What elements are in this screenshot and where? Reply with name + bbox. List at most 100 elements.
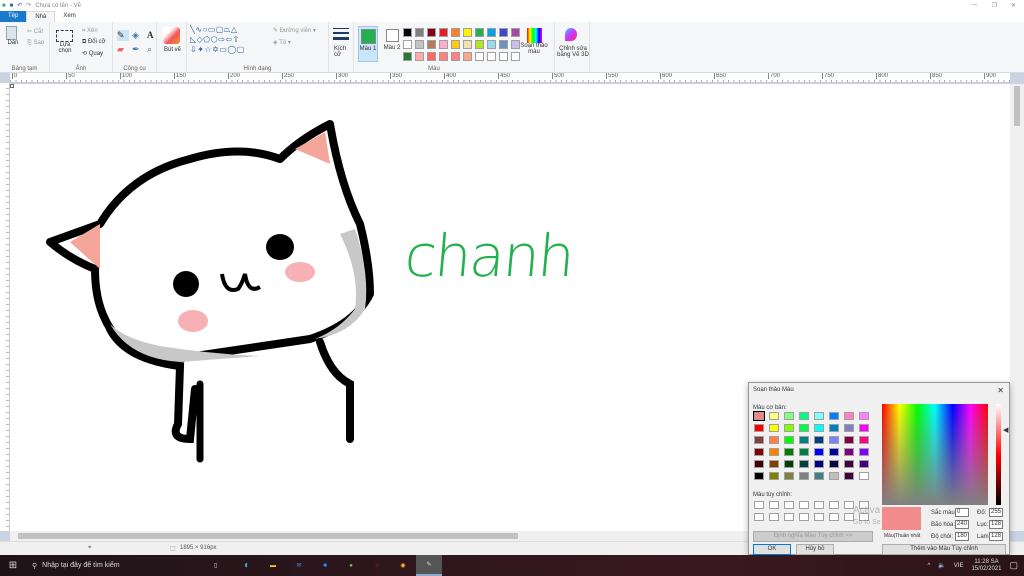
palette-swatch[interactable] bbox=[403, 40, 412, 49]
custom-color-swatch[interactable] bbox=[769, 513, 779, 521]
color2-button[interactable]: Màu 2 bbox=[382, 26, 402, 62]
opera-icon[interactable]: ○ bbox=[364, 563, 390, 569]
pencil-icon[interactable]: ✎ bbox=[117, 30, 129, 41]
basic-color-swatch[interactable] bbox=[784, 412, 794, 420]
basic-color-swatch[interactable] bbox=[859, 424, 869, 432]
eraser-icon[interactable]: ▰ bbox=[117, 44, 129, 55]
custom-color-swatch[interactable] bbox=[754, 513, 764, 521]
basic-color-swatch[interactable] bbox=[814, 448, 824, 456]
palette-swatch[interactable] bbox=[403, 52, 412, 61]
dialog-close-button[interactable]: ✕ bbox=[997, 386, 1004, 395]
custom-color-swatch[interactable] bbox=[799, 513, 809, 521]
task-view-icon[interactable]: ▯ bbox=[214, 562, 234, 569]
tab-view[interactable]: Xem bbox=[55, 11, 83, 22]
luminance-slider[interactable] bbox=[996, 404, 1001, 505]
resize-handle[interactable] bbox=[10, 84, 14, 88]
basic-color-swatch[interactable] bbox=[769, 472, 779, 480]
basic-color-swatch[interactable] bbox=[859, 412, 869, 420]
rotate-button[interactable]: ⟲ Quay bbox=[82, 50, 103, 57]
palette-swatch[interactable] bbox=[487, 52, 496, 61]
paint-taskbar-icon[interactable]: ✎ bbox=[416, 555, 442, 576]
language-indicator[interactable]: VIE bbox=[954, 563, 964, 569]
basic-color-swatch[interactable] bbox=[859, 460, 869, 468]
paste-button[interactable]: Dán bbox=[6, 26, 20, 46]
custom-color-swatch[interactable] bbox=[769, 501, 779, 509]
basic-color-swatch[interactable] bbox=[784, 448, 794, 456]
fill-button[interactable]: ◈ Tô ▾ bbox=[273, 39, 291, 46]
basic-color-swatch[interactable] bbox=[829, 424, 839, 432]
size-button[interactable]: Kích cỡ bbox=[329, 22, 354, 73]
basic-color-swatch[interactable] bbox=[844, 448, 854, 456]
palette-swatch[interactable] bbox=[451, 52, 460, 61]
basic-color-swatch[interactable] bbox=[784, 472, 794, 480]
select-button[interactable]: Lựa chọn bbox=[56, 30, 74, 54]
custom-color-swatch[interactable] bbox=[799, 501, 809, 509]
basic-color-swatch[interactable] bbox=[829, 412, 839, 420]
palette-swatch[interactable] bbox=[463, 52, 472, 61]
palette-swatch[interactable] bbox=[463, 40, 472, 49]
tray-chevron-icon[interactable]: ^ bbox=[927, 563, 930, 569]
color-spectrum[interactable] bbox=[882, 404, 988, 505]
app-icon-green[interactable]: ● bbox=[338, 563, 364, 569]
tab-home[interactable]: Nhà bbox=[26, 11, 56, 22]
clock[interactable]: 11:28 SA 15/02/2021 bbox=[971, 559, 1001, 573]
palette-swatch[interactable] bbox=[475, 52, 484, 61]
basic-color-swatch[interactable] bbox=[799, 424, 809, 432]
basic-color-swatch[interactable] bbox=[769, 424, 779, 432]
paint3d-button[interactable]: Chỉnh sửa bằng Vẽ 3D bbox=[554, 22, 590, 73]
notification-icon[interactable]: ▢ bbox=[1009, 560, 1018, 571]
vertical-scrollbar[interactable] bbox=[1010, 84, 1024, 531]
cut-button[interactable]: ✂ Cắt bbox=[27, 28, 43, 35]
basic-color-swatch[interactable] bbox=[753, 411, 765, 421]
copy-button[interactable]: ⎘ Sao bbox=[27, 40, 44, 47]
basic-color-swatch[interactable] bbox=[754, 460, 764, 468]
brushes-button[interactable]: Bút vẽ bbox=[157, 22, 187, 73]
zoom-icon[interactable]: ■ bbox=[312, 563, 338, 569]
basic-color-swatch[interactable] bbox=[784, 436, 794, 444]
basic-color-swatch[interactable] bbox=[829, 448, 839, 456]
add-to-custom-button[interactable]: Thêm vào Màu Tùy chỉnh bbox=[882, 544, 1006, 555]
custom-color-swatch[interactable] bbox=[829, 501, 839, 509]
custom-color-swatch[interactable] bbox=[754, 501, 764, 509]
palette-swatch[interactable] bbox=[403, 28, 412, 37]
basic-color-swatch[interactable] bbox=[769, 412, 779, 420]
cancel-button[interactable]: Hủy bỏ bbox=[796, 544, 834, 555]
palette-swatch[interactable] bbox=[487, 28, 496, 37]
palette-swatch[interactable] bbox=[439, 28, 448, 37]
green-input[interactable]: 128 bbox=[989, 520, 1003, 529]
basic-color-swatch[interactable] bbox=[859, 472, 869, 480]
shapes-gallery[interactable]: ╲∿○▭▢⏢△ ◺◇⬠⬡⇨⇦⇧ ⇩✦☆✡▭◯▢ bbox=[190, 25, 270, 55]
palette-swatch[interactable] bbox=[415, 40, 424, 49]
basic-color-swatch[interactable] bbox=[799, 460, 809, 468]
basic-color-swatch[interactable] bbox=[769, 436, 779, 444]
basic-color-swatch[interactable] bbox=[814, 436, 824, 444]
palette-swatch[interactable] bbox=[475, 40, 484, 49]
red-input[interactable]: 255 bbox=[989, 508, 1003, 517]
basic-color-swatch[interactable] bbox=[814, 460, 824, 468]
save-icon[interactable]: ■ bbox=[10, 3, 14, 9]
palette-swatch[interactable] bbox=[499, 28, 508, 37]
hue-input[interactable]: 0 bbox=[955, 508, 969, 517]
fill-icon[interactable]: ◈ bbox=[132, 30, 144, 41]
custom-color-swatch[interactable] bbox=[829, 513, 839, 521]
basic-color-swatch[interactable] bbox=[859, 448, 869, 456]
basic-color-swatch[interactable] bbox=[784, 424, 794, 432]
basic-color-swatch[interactable] bbox=[829, 460, 839, 468]
lum-input[interactable]: 180 bbox=[955, 532, 969, 541]
palette-swatch[interactable] bbox=[487, 40, 496, 49]
basic-color-swatch[interactable] bbox=[754, 472, 764, 480]
custom-color-swatch[interactable] bbox=[784, 513, 794, 521]
basic-color-swatch[interactable] bbox=[769, 448, 779, 456]
palette-swatch[interactable] bbox=[427, 28, 436, 37]
palette-swatch[interactable] bbox=[415, 28, 424, 37]
basic-color-swatch[interactable] bbox=[769, 460, 779, 468]
close-button[interactable]: ✕ bbox=[1011, 2, 1016, 9]
edge-icon[interactable]: ◐ bbox=[234, 560, 260, 571]
basic-color-swatch[interactable] bbox=[844, 472, 854, 480]
basic-color-swatch[interactable] bbox=[814, 424, 824, 432]
undo-icon[interactable]: ↶ bbox=[17, 2, 22, 9]
palette-swatch[interactable] bbox=[427, 40, 436, 49]
file-explorer-icon[interactable]: ▬ bbox=[260, 563, 286, 569]
outline-button[interactable]: ✎ Đường viền ▾ bbox=[273, 27, 316, 34]
basic-color-swatch[interactable] bbox=[829, 436, 839, 444]
